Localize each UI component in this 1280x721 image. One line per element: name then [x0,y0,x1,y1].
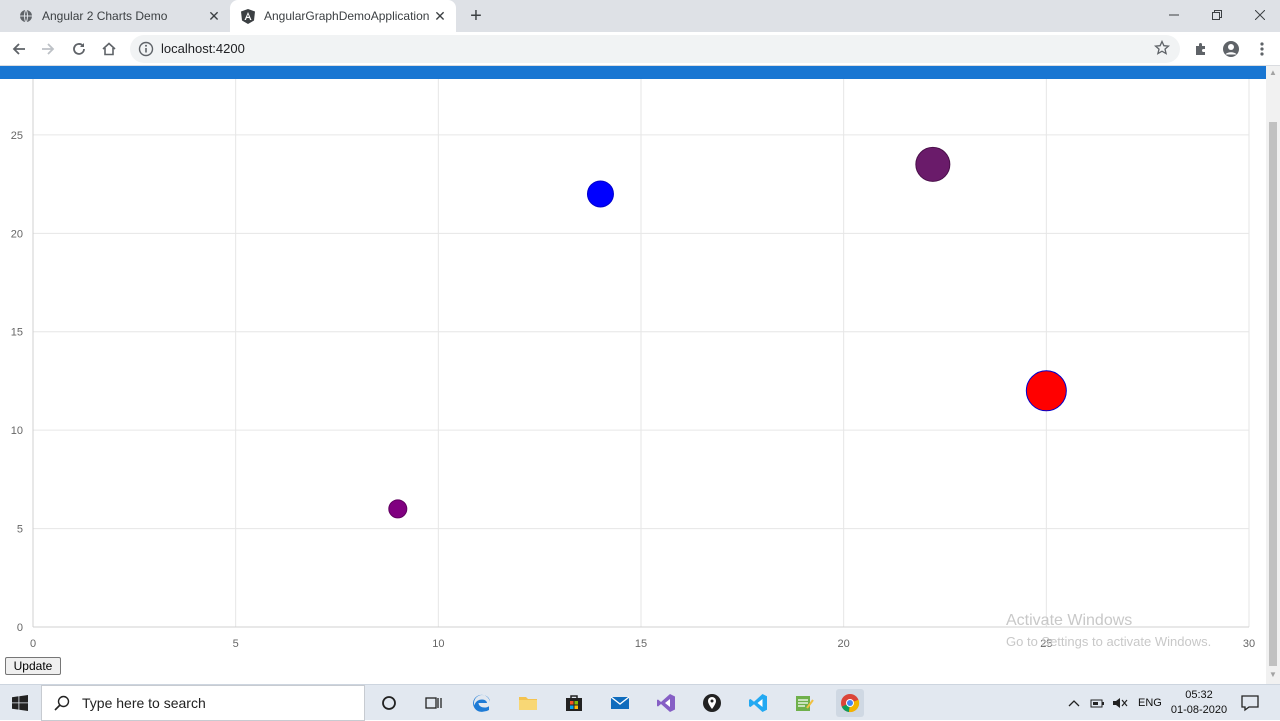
y-tick-label: 25 [11,130,23,142]
bubble-point [915,146,951,182]
reload-icon [73,43,85,55]
taskbar-search[interactable]: Type here to search [41,685,365,721]
page-scrollbar[interactable]: ▲ ▼ [1266,66,1280,684]
volume-muted-icon[interactable] [1112,685,1128,721]
windows-taskbar: Type here to search ENG 05:32 01-08-2020 [0,684,1280,721]
y-tick-label: 15 [11,327,23,339]
clock-date: 01-08-2020 [1170,704,1228,716]
x-tick-label: 15 [635,638,647,650]
close-tab-icon[interactable]: ✕ [204,6,224,26]
chart-tick-labels: 0 5 10 15 20 25 300510152025 [11,130,1255,650]
new-tab-button[interactable]: + [464,4,488,28]
bubble-point [1025,370,1067,412]
vs-code-icon[interactable] [744,689,772,717]
tab-strip: Angular 2 Charts Demo ✕ AngularGraphDemo… [0,0,1280,32]
chart-bubbles [388,66,1067,519]
clock-time: 05:32 [1185,689,1213,701]
angular-logo-icon [240,8,256,24]
windows-logo-icon [12,695,28,711]
show-hidden-icons[interactable] [1068,685,1080,721]
page-content: 0 5 10 15 20 25 30 0 5 10 15 20 25 [0,66,1266,684]
forward-button[interactable] [35,36,61,62]
chrome-icon[interactable] [836,689,864,717]
tab-title: AngularGraphDemoApplication [264,9,430,23]
start-button[interactable] [0,685,40,721]
visual-studio-icon[interactable] [652,689,680,717]
home-icon [102,42,116,56]
globe-icon [18,8,34,24]
site-info-icon[interactable] [138,41,154,57]
restore-button[interactable] [1195,0,1239,30]
edge-browser-icon[interactable] [468,689,496,717]
x-tick-label: 0 [30,638,36,650]
file-explorer-icon[interactable] [514,689,542,717]
x-tick-label: 5 [233,638,239,650]
puzzle-icon [1196,43,1205,55]
close-tab-icon[interactable]: ✕ [430,6,450,26]
y-tick-label: 10 [11,425,23,437]
profile-button[interactable] [1218,36,1244,62]
task-view-icon[interactable] [420,689,448,717]
update-button[interactable]: Update [5,657,61,675]
action-center-icon[interactable] [1240,693,1260,713]
bubble-point [388,499,408,519]
kebab-menu-icon [1260,42,1264,56]
notepad-icon[interactable] [790,689,818,717]
watermark-subtitle: Go to Settings to activate Windows. [1006,634,1212,649]
chevron-up-icon [1068,700,1080,707]
scroll-up-icon[interactable]: ▲ [1269,68,1277,78]
x-tick-label: 30 [1243,638,1255,650]
home-button[interactable] [96,36,122,62]
menu-button[interactable] [1249,36,1275,62]
tab-angular-2-charts-demo[interactable]: Angular 2 Charts Demo ✕ [8,0,230,32]
y-tick-label: 0 [17,622,23,634]
maps-pin-icon[interactable] [698,689,726,717]
watermark-title: Activate Windows [1006,612,1133,629]
x-tick-label: 10 [432,638,444,650]
bookmark-star-icon[interactable] [1153,39,1172,58]
tab-title: Angular 2 Charts Demo [42,9,168,23]
x-tick-label: 20 [838,638,850,650]
url-text: localhost:4200 [161,41,245,56]
taskbar-clock[interactable]: 05:32 01-08-2020 [1168,688,1230,718]
address-bar[interactable]: localhost:4200 [130,35,1180,63]
y-tick-label: 20 [11,228,23,240]
search-icon [42,695,82,711]
input-language[interactable]: ENG [1138,685,1162,721]
minimize-button[interactable] [1152,0,1196,30]
back-button[interactable] [6,36,32,62]
account-icon [1223,41,1239,57]
close-window-button[interactable] [1238,0,1280,30]
cortana-icon[interactable] [375,689,403,717]
y-tick-label: 5 [17,524,23,536]
tab-angular-graph-demo-application[interactable]: AngularGraphDemoApplication ✕ [230,0,456,32]
battery-network-icon[interactable] [1090,685,1106,721]
reload-button[interactable] [66,36,92,62]
chart-grid [32,66,1250,628]
store-icon[interactable] [560,689,588,717]
scroll-down-icon[interactable]: ▼ [1269,670,1277,680]
bubble-chart: 0 5 10 15 20 25 300510152025 [11,66,1255,650]
extensions-button[interactable] [1188,36,1214,62]
app-header-bar [0,66,1266,79]
search-placeholder: Type here to search [82,695,206,711]
arrow-left-icon [12,43,25,55]
bubble-point [586,180,614,208]
scrollbar-thumb[interactable] [1269,122,1277,666]
activate-windows-watermark: Activate Windows Go to Settings to activ… [1006,612,1211,649]
arrow-right-icon [42,43,55,55]
mail-icon[interactable] [606,689,634,717]
browser-toolbar: localhost:4200 [0,32,1280,66]
